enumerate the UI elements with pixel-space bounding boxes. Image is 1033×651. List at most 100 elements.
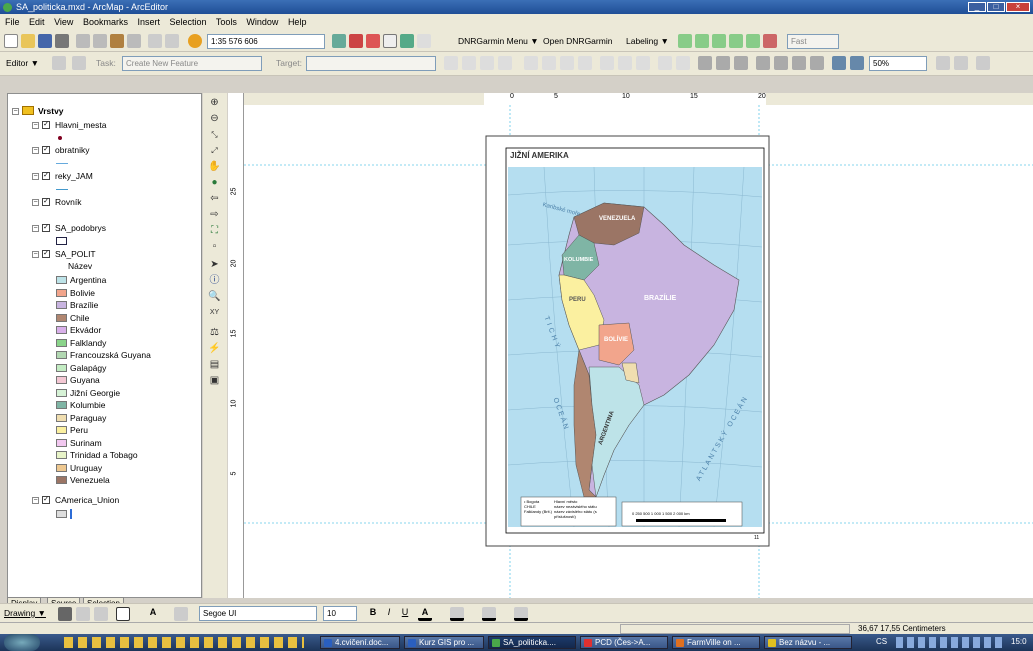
layer-checkbox[interactable]: ✓ <box>42 224 50 232</box>
legend-swatch[interactable] <box>56 451 67 459</box>
cut-icon[interactable] <box>76 34 90 48</box>
cogo-icon[interactable] <box>600 56 614 70</box>
zoom-in-layout-icon[interactable] <box>698 56 712 70</box>
dnrgarmin-menu[interactable]: DNRGarmin Menu ▼ <box>458 34 539 49</box>
go-to-xy-icon[interactable]: XY <box>208 306 221 319</box>
focus-data-frame-icon[interactable] <box>954 56 968 70</box>
taskbar-item-active[interactable]: SA_politicka.... <box>488 636 576 649</box>
select-elements-icon[interactable] <box>58 607 72 621</box>
split-icon[interactable] <box>618 56 632 70</box>
menu-help[interactable]: Help <box>288 17 307 27</box>
legend-swatch[interactable] <box>56 426 67 434</box>
fixed-zoom-out-icon[interactable]: ⤢ <box>208 144 221 157</box>
topology-icon[interactable] <box>524 56 538 70</box>
redo-icon[interactable] <box>165 34 179 48</box>
line-color-icon[interactable] <box>482 607 496 621</box>
sketch-icon[interactable] <box>444 56 458 70</box>
sketch-tool-icon[interactable] <box>72 56 86 70</box>
pan-icon[interactable]: ✋ <box>208 160 221 173</box>
full-extent-icon[interactable]: ● <box>208 176 221 189</box>
editor-toolbar-icon[interactable] <box>332 34 346 48</box>
font-color-icon[interactable]: A <box>418 607 432 621</box>
fixed-zoom-out-icon[interactable] <box>792 56 806 70</box>
whats-this-icon[interactable] <box>417 34 431 48</box>
midpoint-icon[interactable] <box>560 56 574 70</box>
circle-icon[interactable] <box>676 56 690 70</box>
editor-menu[interactable]: Editor ▼ <box>6 56 39 71</box>
expand-icon[interactable]: − <box>32 147 39 154</box>
measure-icon[interactable]: ⚖ <box>208 326 221 339</box>
layer-camerica-union[interactable]: CAmerica_Union <box>55 495 119 506</box>
new-text-icon[interactable]: A <box>146 607 160 621</box>
lock-labels-icon[interactable] <box>729 34 743 48</box>
command-line-icon[interactable] <box>383 34 397 48</box>
edit-vertices-icon[interactable] <box>174 607 188 621</box>
expand-icon[interactable]: − <box>12 108 19 115</box>
expand-icon[interactable]: − <box>32 173 39 180</box>
zoom-out-icon[interactable]: ⊖ <box>208 112 221 125</box>
taskbar-item[interactable]: 4.cvičení.doc... <box>320 636 400 649</box>
zoom-whole-page-icon[interactable] <box>756 56 770 70</box>
merge-icon[interactable] <box>636 56 650 70</box>
legend-swatch[interactable] <box>56 401 67 409</box>
layer-rovnik[interactable]: Rovník <box>55 197 81 208</box>
zoom-100-icon[interactable] <box>810 56 824 70</box>
label-manager-icon[interactable] <box>678 34 692 48</box>
menu-file[interactable]: File <box>5 17 20 27</box>
toggle-draft-icon[interactable] <box>936 56 950 70</box>
label-priority-icon[interactable] <box>695 34 709 48</box>
italic-icon[interactable]: I <box>382 607 396 621</box>
trace-icon[interactable] <box>542 56 556 70</box>
attributes-icon[interactable] <box>480 56 494 70</box>
layer-sa-podobrys[interactable]: SA_podobrys <box>55 223 106 234</box>
taskbar-item[interactable]: Kurz GIS pro ... <box>404 636 484 649</box>
labeling-quality-combo[interactable]: Fast <box>787 34 839 49</box>
menu-tools[interactable]: Tools <box>216 17 237 27</box>
change-layout-icon[interactable] <box>976 56 990 70</box>
legend-swatch[interactable] <box>56 338 67 347</box>
add-data-icon[interactable] <box>188 34 202 48</box>
layer-sa-polit[interactable]: SA_POLIT <box>55 249 96 260</box>
taskbar-item[interactable]: PCD (Čes->A... <box>580 636 668 649</box>
legend-swatch[interactable] <box>56 413 67 422</box>
maximize-button[interactable]: □ <box>987 2 1005 12</box>
legend-swatch[interactable] <box>56 476 67 484</box>
rectangle-icon[interactable] <box>658 56 672 70</box>
go-forward-extent-icon[interactable] <box>850 56 864 70</box>
view-unplaced-icon[interactable] <box>763 34 777 48</box>
task-combo[interactable]: Create New Feature <box>122 56 262 71</box>
layer-checkbox[interactable]: ✓ <box>42 172 50 180</box>
bold-icon[interactable]: B <box>366 607 380 621</box>
arc-icon[interactable] <box>462 56 476 70</box>
scale-combo[interactable]: 1:35 576 606 <box>207 34 325 49</box>
legend-swatch[interactable] <box>56 313 67 322</box>
expand-icon[interactable]: − <box>32 251 39 258</box>
legend-swatch[interactable] <box>56 276 67 284</box>
marker-color-icon[interactable] <box>514 607 528 621</box>
legend-swatch[interactable] <box>56 363 67 372</box>
identify-icon[interactable]: ⓘ <box>208 274 221 287</box>
layer-hlavni-mesta[interactable]: Hlavni_mesta <box>55 120 107 131</box>
time-slider-icon[interactable]: ▣ <box>208 374 221 387</box>
delete-icon[interactable] <box>127 34 141 48</box>
clear-selection-icon[interactable]: ▫ <box>208 240 221 253</box>
undo-icon[interactable] <box>148 34 162 48</box>
target-combo[interactable] <box>306 56 436 71</box>
save-icon[interactable] <box>38 34 52 48</box>
new-document-icon[interactable] <box>4 34 18 48</box>
zoom-in-icon[interactable]: ⊕ <box>208 96 221 109</box>
close-button[interactable]: × <box>1006 2 1030 12</box>
html-popup-icon[interactable]: ▤ <box>208 358 221 371</box>
language-indicator[interactable]: CS <box>876 637 887 646</box>
open-dnrgarmin-button[interactable]: Open DNRGarmin <box>543 34 612 49</box>
model-builder-icon[interactable] <box>400 34 414 48</box>
menu-selection[interactable]: Selection <box>170 17 207 27</box>
back-icon[interactable]: ⇦ <box>208 192 221 205</box>
quick-launch-icons[interactable] <box>64 637 304 648</box>
fixed-zoom-in-icon[interactable]: ⤡ <box>208 128 221 141</box>
font-combo[interactable]: Segoe UI <box>199 606 317 621</box>
hyperlink-icon[interactable]: ⚡ <box>208 342 221 355</box>
zoom-whole-page-icon[interactable] <box>94 607 108 621</box>
open-icon[interactable] <box>21 34 35 48</box>
sketch-properties-icon[interactable] <box>498 56 512 70</box>
